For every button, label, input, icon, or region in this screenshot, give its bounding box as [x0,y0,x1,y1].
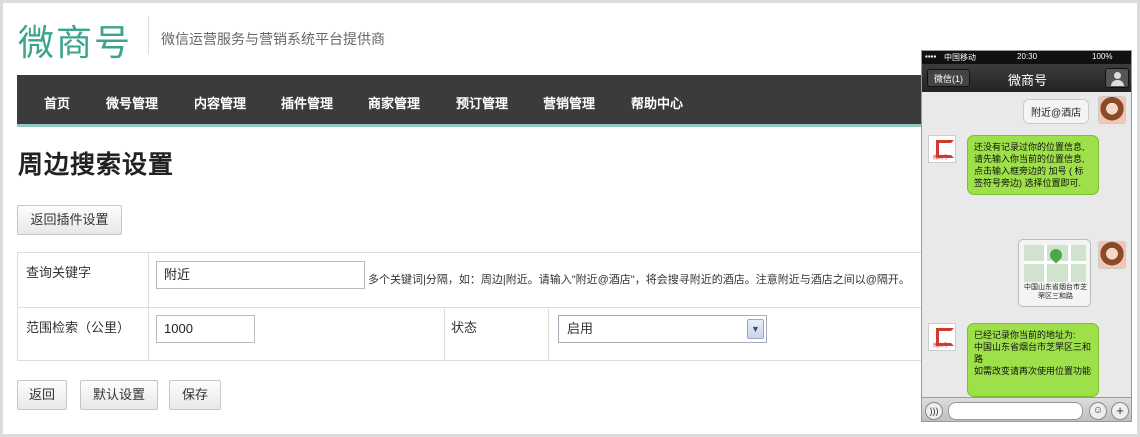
user-avatar [1098,96,1126,124]
status-select[interactable]: 启用 ▼ [558,315,767,343]
bot-avatar-text: 微商号 [933,155,949,161]
logo-divider [148,16,149,54]
column-divider [548,307,549,360]
clock-label: 20:30 [1017,52,1038,61]
back-to-plugin-button[interactable]: 返回插件设置 [17,205,122,235]
chat-message-user: 附近@酒店 [1023,99,1090,124]
back-button[interactable]: 返回 [17,380,67,410]
phone-preview: ▪▪▪▪ 中国移动 20:30 100% 微信(1) 微商号 附近@酒店 微商号… [921,50,1132,422]
bot-avatar-text: 微商号 [933,343,949,349]
keyword-input[interactable]: 附近 [156,261,365,289]
map-thumbnail [1024,245,1086,282]
column-divider [444,307,445,360]
plus-icon[interactable]: + [1111,402,1129,420]
status-select-value: 启用 [567,321,594,336]
user-avatar [1098,241,1126,269]
range-label: 范围检索（公里） [26,320,131,335]
nav-item-marketing[interactable]: 营销管理 [543,93,595,112]
wechat-title: 微商号 [1007,73,1047,88]
bot-avatar: 微商号 [928,135,956,163]
site-logo[interactable]: 微商号 [18,14,132,66]
nav-item-plugins[interactable]: 插件管理 [281,93,333,112]
keyword-label: 查询关键字 [26,265,92,280]
signal-icon: ▪▪▪▪ [925,52,937,61]
keyword-hint: 多个关键词|分隔，如：周边|附近。请输入"附近@酒店"，将会搜寻附近的酒店。注意… [368,274,910,286]
chat-message-bot: 已经记录你当前的地址为: 中国山东省烟台市芝罘区三和路 如需改变请再次使用位置功… [967,323,1099,397]
main-nav: 首页 微号管理 内容管理 插件管理 商家管理 预订管理 营销管理 帮助中心 [17,75,937,127]
phone-status-bar: ▪▪▪▪ 中国移动 20:30 100% [922,51,1131,64]
range-input[interactable]: 1000 [156,315,255,343]
emoji-icon[interactable]: ☺ [1089,402,1107,420]
chat-message-bot: 还没有记录过你的位置信息,请先输入你当前的位置信息, 点击输入框旁边的 加号 (… [967,135,1099,195]
nav-item-booking[interactable]: 预订管理 [456,93,508,112]
nav-item-home[interactable]: 首页 [44,93,70,112]
voice-icon[interactable]: ))) [925,402,943,420]
page-title: 周边搜索设置 [18,151,175,179]
nav-item-account[interactable]: 微号管理 [106,93,158,112]
chat-text-input[interactable] [948,402,1083,420]
status-label: 状态 [451,320,478,335]
site-slogan: 微信运营服务与营销系统平台提供商 [161,31,385,47]
location-card[interactable]: 中国山东省烟台市芝罘区三和路 [1018,239,1091,307]
column-divider [148,253,149,360]
battery-label: 100% [1092,52,1113,61]
nav-item-help[interactable]: 帮助中心 [631,93,683,112]
bot-avatar: 微商号 [928,323,956,351]
chat-input-bar: ))) ☺ + [922,397,1131,421]
nav-item-content[interactable]: 内容管理 [194,93,246,112]
save-button[interactable]: 保存 [169,380,221,410]
settings-form [17,252,937,361]
chevron-down-icon[interactable]: ▼ [747,319,764,339]
carrier-label: 中国移动 [944,53,976,62]
wechat-header: 微信(1) 微商号 [922,64,1131,92]
location-caption: 中国山东省烟台市芝罘区三和路 [1024,284,1087,300]
default-settings-button[interactable]: 默认设置 [80,380,158,410]
user-profile-icon[interactable] [1105,68,1129,88]
nav-item-merchant[interactable]: 商家管理 [368,93,420,112]
row-divider [18,307,936,308]
